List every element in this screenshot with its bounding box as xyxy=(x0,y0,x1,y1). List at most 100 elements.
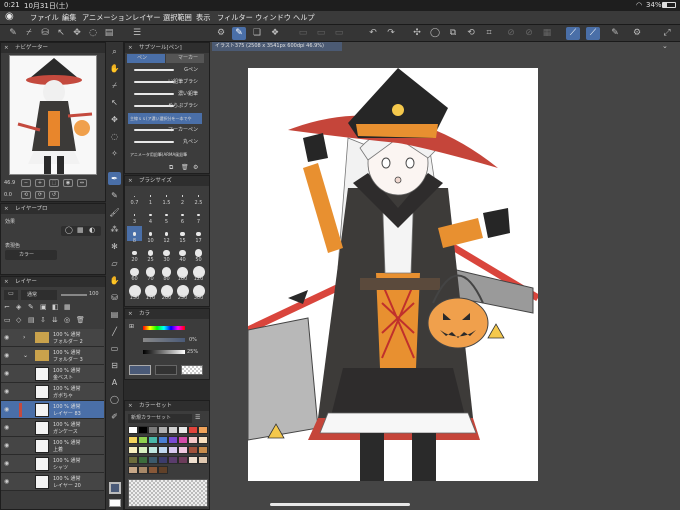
color-swatch[interactable] xyxy=(128,436,138,444)
color-swatch[interactable] xyxy=(148,436,158,444)
brush-item[interactable]: 丸ペン xyxy=(128,137,202,148)
opacity-slider[interactable] xyxy=(61,294,87,296)
brush-size-option[interactable]: 120 xyxy=(191,264,206,282)
color-swatch[interactable] xyxy=(178,446,188,454)
eye-icon[interactable]: ◉ xyxy=(4,334,9,341)
brush-size-option[interactable]: 7 xyxy=(191,207,206,225)
material-icon[interactable]: ❖ xyxy=(268,27,282,40)
tab-marker[interactable]: マーカー xyxy=(166,54,204,63)
crop-icon[interactable]: ⌗ xyxy=(482,27,496,40)
transfer-icon[interactable]: ⇩ xyxy=(40,316,46,324)
color-swatch[interactable] xyxy=(128,446,138,454)
rotate-left-icon[interactable]: ⟲ xyxy=(21,191,31,199)
layer-row[interactable]: ◉ ⌄ 100 % 通常 フォルダー 3 xyxy=(1,347,104,365)
eye-icon[interactable]: ◉ xyxy=(4,442,9,449)
tool-property-icon[interactable]: ⚙ xyxy=(214,27,228,40)
brush-size-option[interactable]: 4 xyxy=(143,207,158,225)
delete-icon[interactable]: 🗑 xyxy=(181,164,189,171)
brush-size-option[interactable]: 2.5 xyxy=(191,188,206,206)
menu-selection[interactable]: 選択範囲 xyxy=(163,13,192,23)
brush-size-option[interactable]: 3 xyxy=(127,207,142,225)
chevron-down-icon[interactable]: ⌄ xyxy=(662,42,672,51)
color-swatch[interactable] xyxy=(148,426,158,434)
brush-size-option[interactable]: 25 xyxy=(143,245,158,263)
layer-row-selected[interactable]: ◉ 100 % 通常 レイヤー 83 xyxy=(1,401,104,419)
open-icon[interactable]: ▭ xyxy=(314,27,328,40)
auto-select-tool-icon[interactable]: ✧ xyxy=(108,147,121,160)
brush-size-option[interactable]: 150 xyxy=(127,283,142,301)
hue-slider[interactable] xyxy=(143,326,185,330)
color-swatch[interactable] xyxy=(138,466,148,474)
stabilizer2-icon[interactable]: ⟋ xyxy=(586,27,600,40)
clear-icon[interactable]: ✣ xyxy=(410,27,424,40)
menu-layer[interactable]: レイヤー xyxy=(132,13,161,23)
brush-size-option[interactable]: 0.7 xyxy=(127,188,142,206)
rotate-right-icon[interactable]: ⟳ xyxy=(35,191,45,199)
airbrush-tool-icon[interactable]: ⁂ xyxy=(108,223,121,236)
eye-icon[interactable]: ◉ xyxy=(4,388,9,395)
tab-pen[interactable]: ペン xyxy=(127,54,165,63)
brush-item[interactable]: アニメータ用鉛筆(ARMA風鉛筆 xyxy=(128,149,202,160)
brush-size-option[interactable]: 70 xyxy=(143,264,158,282)
brush-size-option[interactable]: 50 xyxy=(191,245,206,263)
new-vector-icon[interactable]: ◇ xyxy=(16,316,21,324)
ruler-icon[interactable]: ▦ xyxy=(540,27,554,40)
lock-icon[interactable]: ▣ xyxy=(40,303,47,311)
gradient-icon[interactable]: ▤ xyxy=(102,27,116,40)
menu-filter[interactable]: フィルター xyxy=(217,13,253,23)
pencil-tool-icon[interactable]: ✎ xyxy=(108,189,121,202)
eye-icon[interactable]: ◉ xyxy=(4,478,9,485)
brush-item-selected[interactable]: 主線ｓｓ(ア濃い選択分を一本でや xyxy=(128,113,202,124)
transparent-swatch[interactable] xyxy=(181,365,203,375)
layer-row[interactable]: ◉ 100 % 通常 レイヤー 20 xyxy=(1,473,104,491)
color-swatch[interactable] xyxy=(188,436,198,444)
menu-help[interactable]: ヘルプ xyxy=(293,13,315,23)
color-swatch[interactable] xyxy=(198,456,208,464)
color-swatch[interactable] xyxy=(178,436,188,444)
layer-row[interactable]: ◉ 100 % 通常 シャツ xyxy=(1,455,104,473)
color-swatch[interactable] xyxy=(178,456,188,464)
color-swatch[interactable] xyxy=(138,446,148,454)
brush-tool-icon[interactable]: 🖌 xyxy=(108,206,121,219)
color-swatch[interactable] xyxy=(188,446,198,454)
zoom-out-icon[interactable]: − xyxy=(21,179,31,187)
brush-size-option[interactable]: 300 xyxy=(191,283,206,301)
brush-item[interactable]: い鉛筆ブラシ xyxy=(128,77,202,88)
color-swatch[interactable] xyxy=(198,436,208,444)
menu-window[interactable]: ウィンドウ xyxy=(255,13,291,23)
effect-buttons[interactable]: ◯ ▦ ◐ xyxy=(61,226,101,236)
brush-item[interactable]: マーカーペン xyxy=(128,125,202,136)
brush-size-option[interactable]: 1.5 xyxy=(159,188,174,206)
new-icon[interactable]: ▭ xyxy=(296,27,310,40)
reset-rotation-icon[interactable]: ↺ xyxy=(49,191,59,199)
color-mode-select[interactable]: カラー xyxy=(5,250,57,260)
color-swatch[interactable] xyxy=(128,466,138,474)
rotate-icon[interactable]: ⟲ xyxy=(464,27,478,40)
operation-tool-icon[interactable]: ↖ xyxy=(108,96,121,109)
color-swatch[interactable] xyxy=(138,426,148,434)
pen-mode-icon[interactable]: ✎ xyxy=(232,27,246,40)
line-fix-tool-icon[interactable]: ✐ xyxy=(108,410,121,423)
color-swatch[interactable] xyxy=(168,436,178,444)
brush-size-option[interactable]: 2 xyxy=(175,188,190,206)
fill-tool-icon[interactable]: ⛁ xyxy=(108,291,121,304)
layer-color-icon[interactable]: ◐ xyxy=(89,226,95,234)
move-tool-icon[interactable]: ✥ xyxy=(108,113,121,126)
lock-alpha-icon[interactable]: ▦ xyxy=(64,303,71,311)
color-swatch[interactable] xyxy=(158,446,168,454)
close-icon[interactable]: × xyxy=(128,176,133,186)
app-logo-icon[interactable]: ◉ xyxy=(5,11,14,22)
color-swatch[interactable] xyxy=(168,426,178,434)
pencil-icon[interactable]: ✎ xyxy=(6,27,20,40)
actual-size-icon[interactable]: ◉ xyxy=(63,179,73,187)
chevron-down-icon[interactable]: ⌄ xyxy=(23,352,28,359)
color-swatch[interactable] xyxy=(168,456,178,464)
menu-file[interactable]: ファイル xyxy=(30,13,59,23)
eye-icon[interactable]: ◉ xyxy=(4,424,9,431)
frame-tool-icon[interactable]: ▭ xyxy=(108,342,121,355)
brush-size-option[interactable]: 8 xyxy=(127,226,142,244)
color-swatch[interactable] xyxy=(128,426,138,434)
eye-icon[interactable]: ◉ xyxy=(4,370,9,377)
fit-icon[interactable]: ⬚ xyxy=(49,179,59,187)
close-icon[interactable]: × xyxy=(4,204,9,214)
